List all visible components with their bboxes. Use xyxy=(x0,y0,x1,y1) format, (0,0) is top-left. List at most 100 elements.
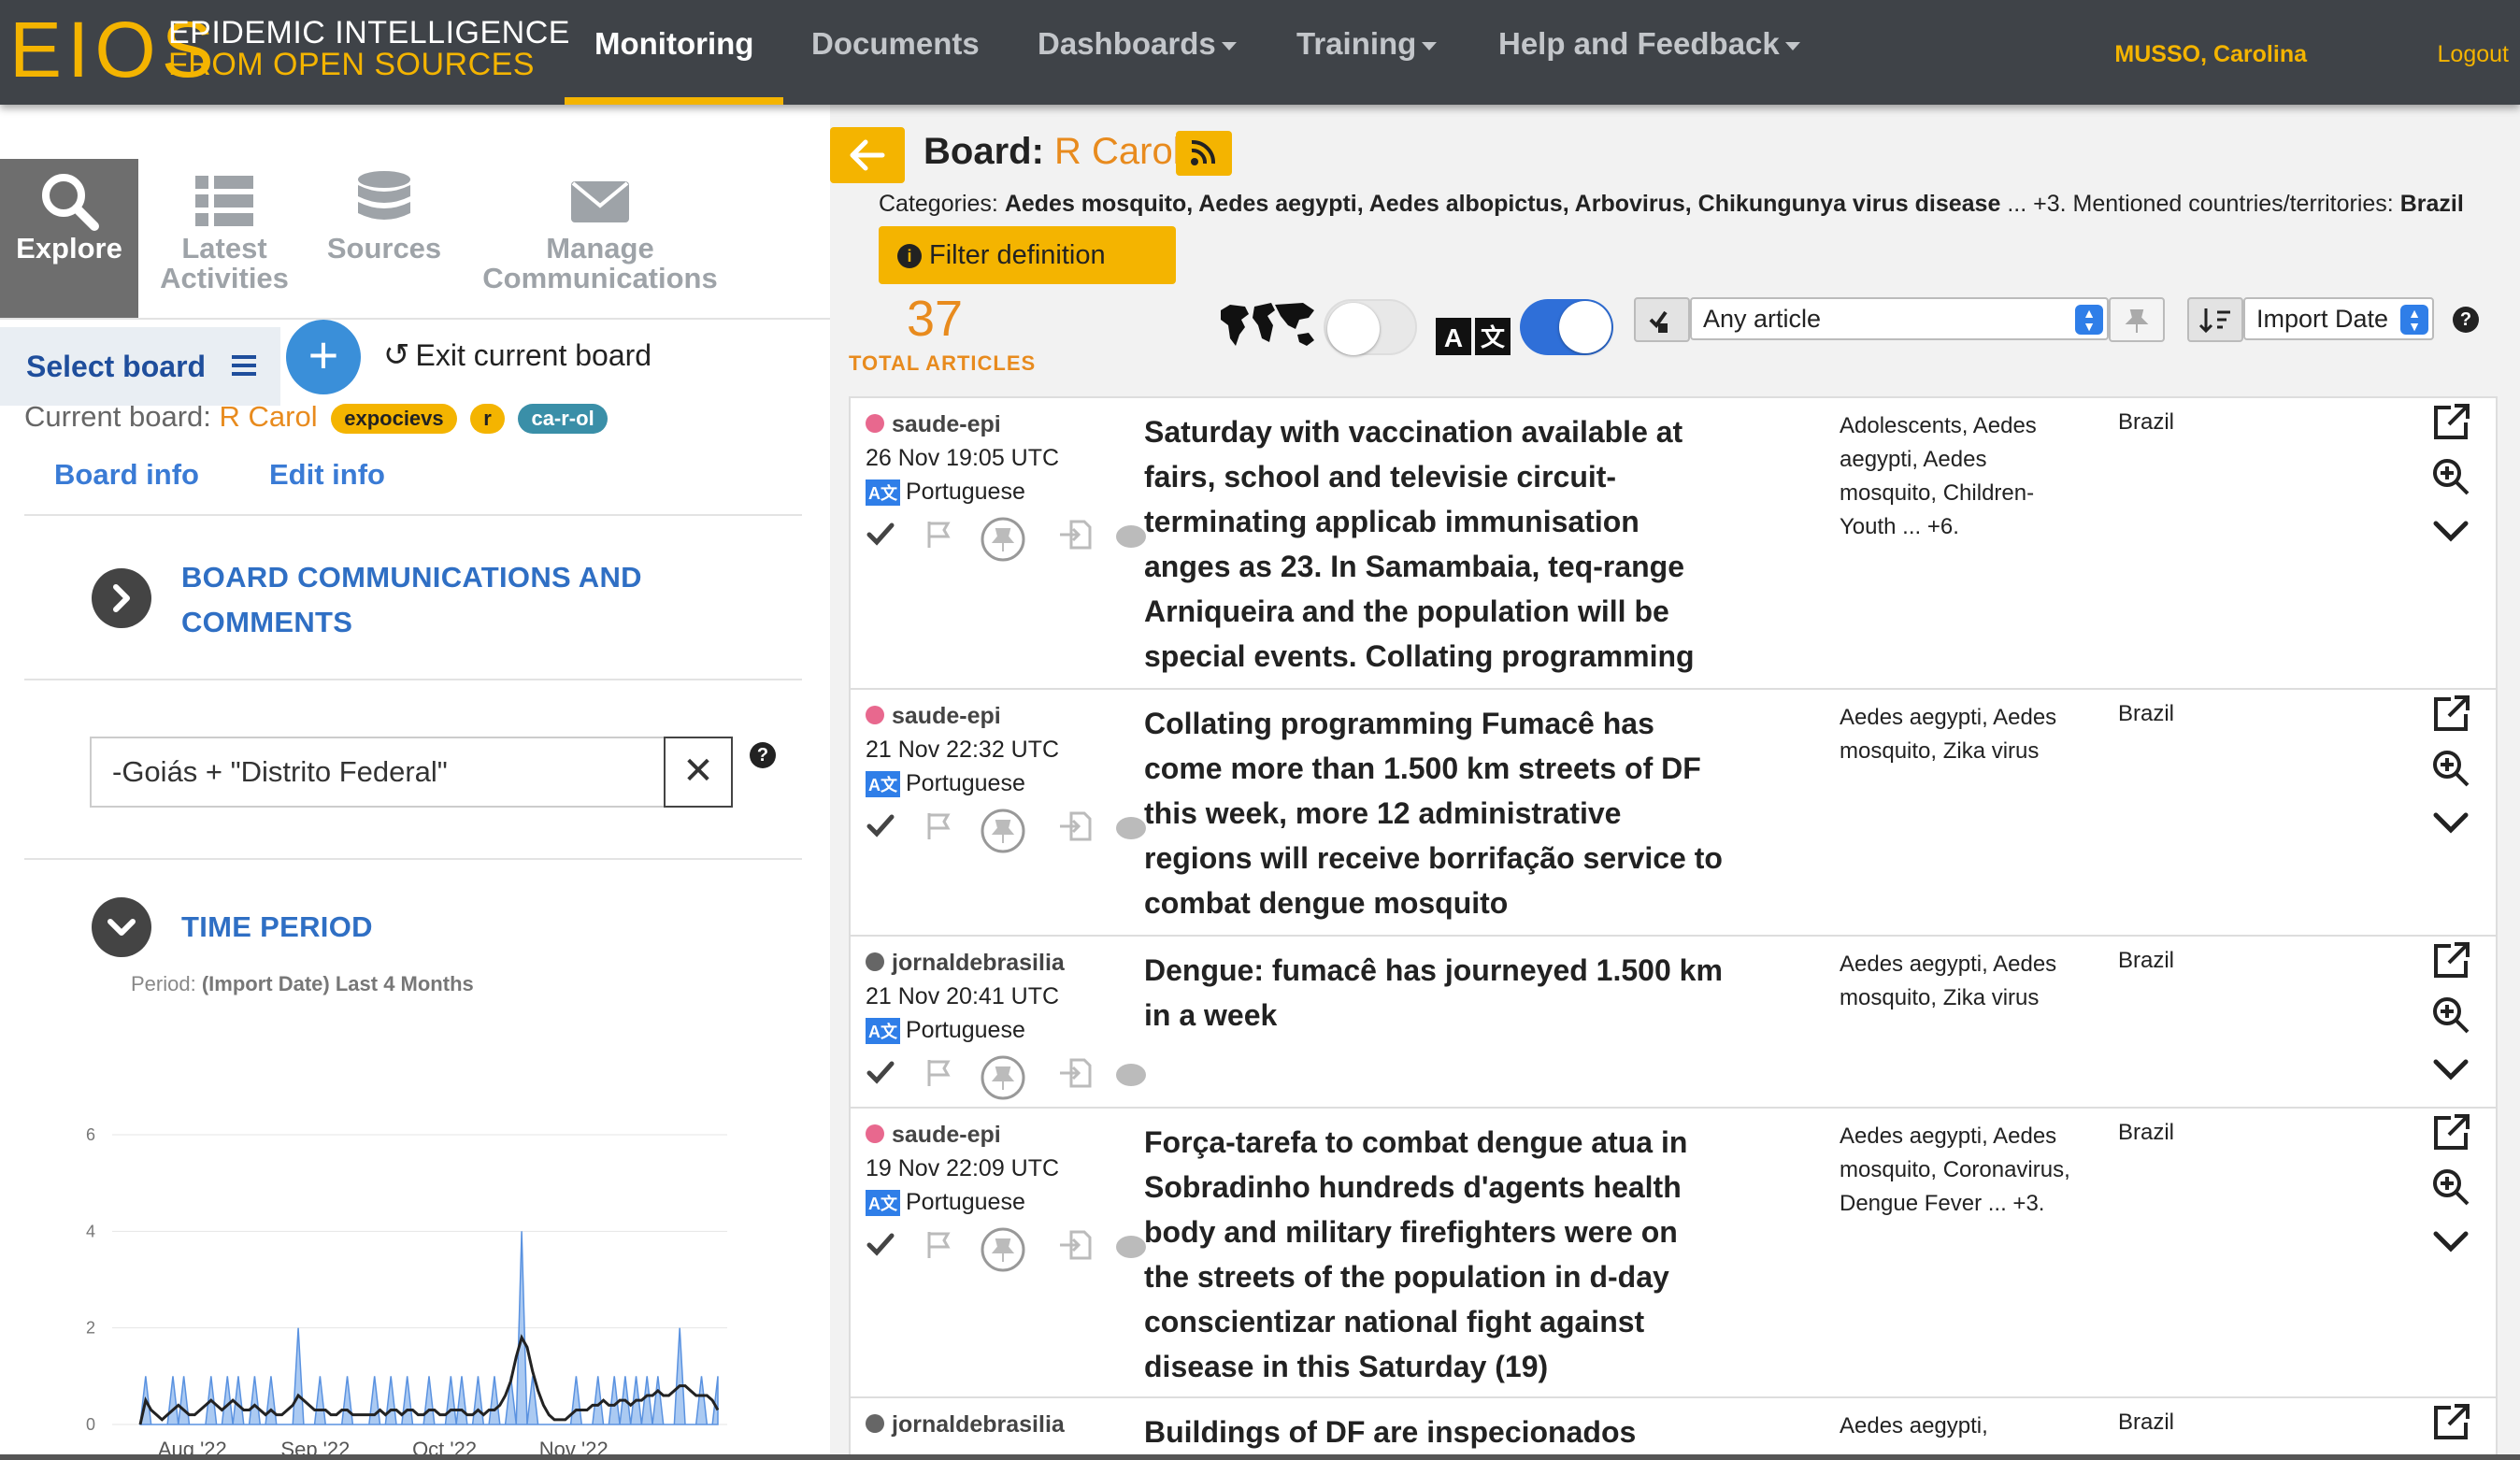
nav-help-feedback[interactable]: Help and Feedback xyxy=(1498,26,1800,62)
toggle-knob xyxy=(1559,301,1611,353)
article-country: Brazil xyxy=(2118,701,2175,726)
nav-active-underline xyxy=(565,97,783,105)
bottom-strip xyxy=(0,1454,2520,1460)
check-icon[interactable] xyxy=(864,516,901,563)
time-period-title[interactable]: TIME PERIOD xyxy=(181,905,373,950)
article-source[interactable]: saude-epi xyxy=(866,411,1001,438)
open-external-icon[interactable] xyxy=(2430,940,2471,981)
source-name: saude-epi xyxy=(892,411,1001,437)
chevron-down-icon[interactable] xyxy=(2430,510,2471,551)
chevron-down-icon[interactable] xyxy=(2430,802,2471,843)
pin-circle-icon[interactable] xyxy=(980,1226,1026,1273)
exit-board-button[interactable]: ↺ Exit current board xyxy=(383,336,651,374)
pin-filter-button[interactable] xyxy=(2109,297,2165,342)
nav-documents[interactable]: Documents xyxy=(811,26,980,62)
board-info-link[interactable]: Board info xyxy=(54,458,199,492)
map-filter-toggle[interactable] xyxy=(1324,299,1417,355)
article-actions xyxy=(864,808,1163,858)
collapse-time-period-button[interactable] xyxy=(92,897,151,957)
open-external-icon[interactable] xyxy=(2430,1112,2471,1153)
pin-circle-icon[interactable] xyxy=(980,1054,1026,1101)
article-source[interactable]: jornaldebrasilia xyxy=(866,1411,1065,1439)
communications-section-title[interactable]: BOARD COMMUNICATIONS AND COMMENTS xyxy=(181,555,642,645)
hamburger-icon xyxy=(232,355,256,376)
article-row[interactable]: saude-epi 19 Nov 22:09 UTC A文 Portuguese … xyxy=(851,1109,2496,1398)
check-icon[interactable] xyxy=(864,1226,901,1273)
tab-explore[interactable]: Explore xyxy=(0,159,138,318)
flag-icon[interactable] xyxy=(922,1226,959,1273)
article-source[interactable]: jornaldebrasilia xyxy=(866,950,1065,977)
comment-icon[interactable] xyxy=(1112,1054,1150,1101)
zoom-in-icon[interactable] xyxy=(2430,456,2471,497)
article-topics: Adolescents, Aedes aegypti, Aedes mosqui… xyxy=(1840,413,2037,539)
database-icon xyxy=(358,171,410,220)
logout-link[interactable]: Logout xyxy=(2438,41,2509,68)
zoom-in-icon[interactable] xyxy=(2430,1167,2471,1208)
flag-icon[interactable] xyxy=(922,516,959,563)
categories-value: Aedes mosquito, Aedes aegypti, Aedes alb… xyxy=(1004,191,2001,217)
board-title: Board: R Carol xyxy=(924,131,1181,173)
article-row[interactable]: jornaldebrasilia 21 Nov 20:41 UTC A文 Port… xyxy=(851,937,2496,1109)
article-row[interactable]: saude-epi 21 Nov 22:32 UTC A文 Portuguese … xyxy=(851,690,2496,937)
add-board-button[interactable]: + xyxy=(286,320,361,394)
article-filter-select[interactable]: Any article ▲ ▼ xyxy=(1690,297,2109,340)
check-icon[interactable] xyxy=(864,1054,901,1101)
open-external-icon[interactable] xyxy=(2430,694,2471,735)
tab-manage-communications[interactable]: Manage Communications xyxy=(473,159,727,318)
edit-info-link[interactable]: Edit info xyxy=(269,458,385,492)
search-query-input[interactable] xyxy=(90,737,664,808)
clear-search-button[interactable]: ✕ xyxy=(664,737,733,808)
export-doc-icon[interactable] xyxy=(1058,516,1095,563)
nav-dashboards[interactable]: Dashboards xyxy=(1038,26,1237,62)
back-button[interactable] xyxy=(830,127,905,183)
rss-button[interactable] xyxy=(1176,131,1232,176)
select-board-label: Select board xyxy=(26,350,207,383)
sort-order-button[interactable] xyxy=(2187,297,2243,342)
check-icon[interactable] xyxy=(864,808,901,854)
article-source[interactable]: saude-epi xyxy=(866,703,1001,730)
select-board-button[interactable]: Select board xyxy=(0,327,280,406)
article-title[interactable]: Saturday with vaccination available at f… xyxy=(1144,409,1724,679)
time-period-chart[interactable]: 0 2 4 6 Aug '22 Sep '22 Oct '22 Nov '22 xyxy=(75,1013,748,1460)
help-icon[interactable]: ? xyxy=(750,742,776,768)
help-icon[interactable]: ? xyxy=(2453,307,2479,333)
sort-by-select[interactable]: Import Date ▲ ▼ xyxy=(2243,297,2434,340)
export-doc-icon[interactable] xyxy=(1058,1226,1095,1273)
article-filter-value: Any article xyxy=(1703,305,1822,333)
chevron-down-icon[interactable] xyxy=(2430,1049,2471,1090)
export-doc-icon[interactable] xyxy=(1058,1054,1095,1101)
export-doc-icon[interactable] xyxy=(1058,808,1095,854)
article-actions xyxy=(864,1226,1163,1277)
nav-monitoring[interactable]: Monitoring xyxy=(594,26,753,62)
translate-toggle[interactable] xyxy=(1520,299,1613,355)
open-external-icon[interactable] xyxy=(2430,1402,2471,1443)
toggle-knob xyxy=(1327,303,1380,355)
nav-training[interactable]: Training xyxy=(1296,26,1438,62)
article-title[interactable]: Força-tarefa to combat dengue atua in So… xyxy=(1144,1120,1724,1389)
article-language: A文 Portuguese xyxy=(866,1017,1025,1045)
chevron-down-icon[interactable] xyxy=(2430,1221,2471,1262)
right-panel: Board: R Carol Categories: Aedes mosquit… xyxy=(830,105,2520,1460)
current-board-label: Current board: xyxy=(24,400,211,433)
article-title[interactable]: Collating programming Fumacê has come mo… xyxy=(1144,701,1724,925)
pin-circle-icon[interactable] xyxy=(980,808,1026,854)
article-title[interactable]: Dengue: fumacê has journeyed 1.500 km in… xyxy=(1144,948,1724,1038)
article-title[interactable]: Buildings of DF are inspecionados xyxy=(1144,1410,1724,1454)
user-name[interactable]: MUSSO, Carolina xyxy=(2114,41,2307,68)
world-map-icon xyxy=(1221,303,1314,346)
expand-communications-button[interactable] xyxy=(92,568,151,628)
filter-definition-button[interactable]: i Filter definition xyxy=(879,226,1176,284)
pin-circle-icon[interactable] xyxy=(980,516,1026,563)
zoom-in-icon[interactable] xyxy=(2430,748,2471,789)
article-source[interactable]: saude-epi xyxy=(866,1122,1001,1149)
open-external-icon[interactable] xyxy=(2430,402,2471,443)
tab-latest-activities[interactable]: Latest Activities xyxy=(150,159,299,318)
article-row[interactable]: saude-epi 26 Nov 19:05 UTC A文 Portuguese … xyxy=(851,398,2496,690)
article-filter-button[interactable] xyxy=(1634,297,1690,342)
flag-icon[interactable] xyxy=(922,808,959,854)
tab-sources[interactable]: Sources xyxy=(314,159,454,318)
board-categories: Categories: Aedes mosquito, Aedes aegypt… xyxy=(879,191,2464,218)
flag-icon[interactable] xyxy=(922,1054,959,1101)
zoom-in-icon[interactable] xyxy=(2430,995,2471,1036)
article-row[interactable]: jornaldebrasilia Buildings of DF are ins… xyxy=(851,1398,2496,1458)
